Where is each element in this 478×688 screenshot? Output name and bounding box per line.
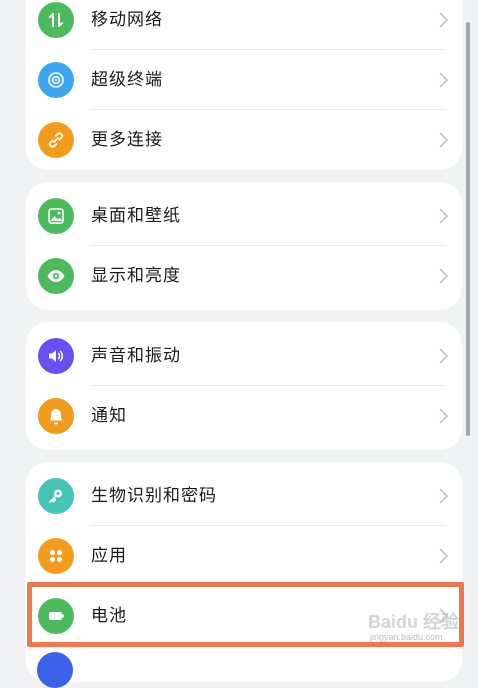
settings-item-wallpaper[interactable]: 桌面和壁纸 xyxy=(26,186,462,246)
next-item-icon xyxy=(37,652,73,688)
settings-item-display-brightness[interactable]: 显示和亮度 xyxy=(26,246,462,306)
chevron-right-icon xyxy=(439,408,448,424)
settings-item-label: 超级终端 xyxy=(91,70,163,90)
chevron-right-icon xyxy=(439,12,448,28)
settings-item-mobile-network[interactable]: 移动网络 xyxy=(26,0,462,50)
settings-item-sound-vibration[interactable]: 声音和振动 xyxy=(26,326,462,386)
apps-icon xyxy=(38,538,74,574)
wallpaper-icon xyxy=(38,198,74,234)
settings-item-label: 更多连接 xyxy=(91,130,163,150)
link-icon xyxy=(38,122,74,158)
settings-item-label: 移动网络 xyxy=(91,10,163,30)
watermark-brand: Baidu 经验 xyxy=(368,612,460,632)
chevron-right-icon xyxy=(439,208,448,224)
watermark: Baidu 经验 jingyan.baidu.com xyxy=(364,602,460,650)
settings-item-biometrics-password[interactable]: 生物识别和密码 xyxy=(26,466,462,526)
settings-item-label: 桌面和壁纸 xyxy=(91,206,181,226)
settings-item-more-connections[interactable]: 更多连接 xyxy=(26,110,462,170)
settings-item-apps[interactable]: 应用 xyxy=(26,526,462,586)
settings-item-label: 通知 xyxy=(91,406,127,426)
chevron-right-icon xyxy=(439,348,448,364)
settings-item-label: 应用 xyxy=(91,546,127,566)
chevron-right-icon xyxy=(439,268,448,284)
settings-item-label: 声音和振动 xyxy=(91,346,181,366)
sound-notification-group: 声音和振动 通知 xyxy=(26,322,462,450)
volume-icon xyxy=(38,338,74,374)
display-group: 桌面和壁纸 显示和亮度 xyxy=(26,182,462,310)
chevron-right-icon xyxy=(439,488,448,504)
super-device-icon xyxy=(38,62,74,98)
network-group: 移动网络 超级终端 更多连接 xyxy=(26,0,462,170)
mobile-network-icon xyxy=(38,2,74,38)
chevron-right-icon xyxy=(439,132,448,148)
settings-item-notifications[interactable]: 通知 xyxy=(26,386,462,446)
scrollbar[interactable] xyxy=(466,22,470,436)
watermark-url: jingyan.baidu.com xyxy=(370,632,443,642)
key-icon xyxy=(38,478,74,514)
settings-item-label: 显示和亮度 xyxy=(91,266,181,286)
settings-item-super-device[interactable]: 超级终端 xyxy=(26,50,462,110)
bell-icon xyxy=(38,398,74,434)
settings-item-label: 生物识别和密码 xyxy=(91,486,217,506)
chevron-right-icon xyxy=(439,548,448,564)
chevron-right-icon xyxy=(439,72,448,88)
eye-icon xyxy=(38,258,74,294)
